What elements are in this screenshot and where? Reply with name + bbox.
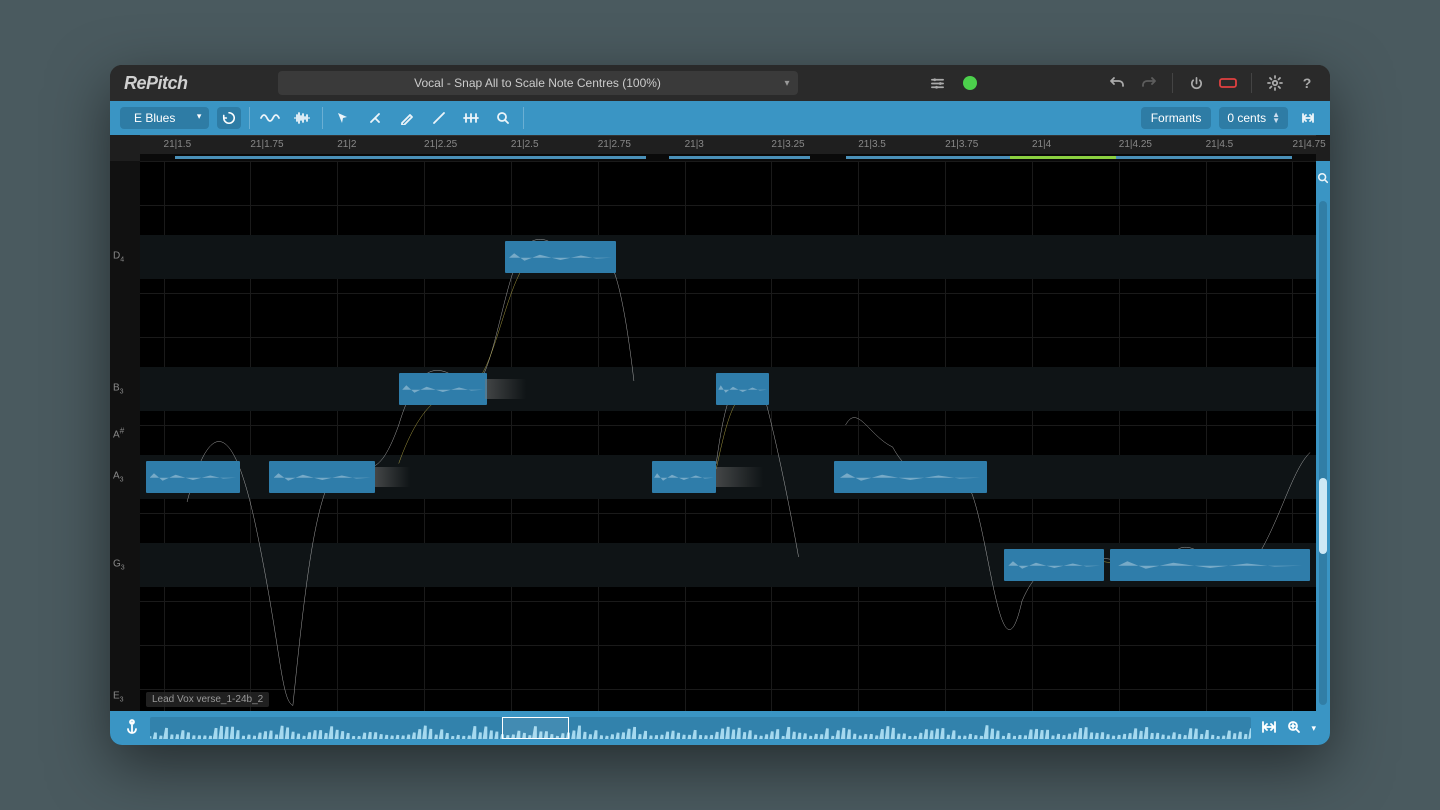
gear-icon[interactable] (1266, 74, 1284, 92)
stepper-arrows-icon[interactable]: ▲▼ (1272, 112, 1280, 124)
ruler-tick: 21|1.5 (164, 139, 192, 150)
vertical-zoom-strip[interactable] (1316, 161, 1330, 711)
clip-name-label: Lead Vox verse_1-24b_2 (146, 692, 269, 707)
power-icon[interactable] (1187, 74, 1205, 92)
ruler-tick: 21|3.25 (771, 139, 804, 150)
zoom-menu-icon[interactable]: ▾ (1311, 723, 1316, 734)
preset-selector[interactable]: Vocal - Snap All to Scale Note Centres (… (278, 71, 798, 95)
footer: ▾ (110, 711, 1330, 745)
status-ok-icon (963, 76, 977, 90)
scale-selector[interactable]: E Blues ▾ (120, 107, 209, 129)
warp-tool-icon[interactable] (459, 107, 483, 129)
cents-stepper[interactable]: 0 cents ▲▼ (1219, 107, 1288, 129)
time-ruler[interactable]: 21|1.5 21|1.75 21|2 21|2.25 21|2.5 21|2.75 21|… (140, 135, 1316, 155)
ruler-tick: 21|2.75 (598, 139, 631, 150)
settings-sliders-icon[interactable] (929, 74, 947, 92)
ruler-tick: 21|3.75 (945, 139, 978, 150)
note-width-icon[interactable] (1296, 107, 1320, 129)
help-icon[interactable]: ? (1298, 74, 1316, 92)
pitch-editor[interactable]: D4 B3 A# A3 G3 E3 Lead Vox verse_1-24b_2 (110, 161, 1316, 711)
vertical-scrollbar[interactable] (1319, 201, 1327, 705)
ruler-tick: 21|4.75 (1292, 139, 1325, 150)
pencil-tool-icon[interactable] (395, 107, 419, 129)
pitch-label-E3: E3 (113, 691, 124, 704)
ruler-tick: 21|4.25 (1119, 139, 1152, 150)
preset-label: Vocal - Snap All to Scale Note Centres (… (414, 76, 661, 90)
ruler-tick: 21|4 (1032, 139, 1051, 150)
ruler-tick: 21|2 (337, 139, 356, 150)
ruler-tick: 21|3.5 (858, 139, 886, 150)
app-window: RePitch Vocal - Snap All to Scale Note C… (110, 65, 1330, 745)
note-tail (485, 379, 526, 399)
note-tail (716, 467, 763, 487)
zoom-in-icon[interactable] (1287, 720, 1301, 737)
waveform-overview[interactable] (150, 717, 1251, 739)
pitch-label-G3: G3 (113, 559, 125, 572)
cents-value: 0 cents (1227, 111, 1266, 125)
note-block[interactable] (716, 373, 769, 405)
note-block[interactable] (652, 461, 717, 493)
zoom-tool-icon[interactable] (491, 107, 515, 129)
app-logo: RePitch (124, 73, 188, 94)
zoom-vertical-icon[interactable] (1311, 167, 1330, 189)
ara-link-icon[interactable] (1219, 74, 1237, 92)
pitch-label-D4: D4 (113, 251, 124, 264)
note-block[interactable] (1110, 549, 1310, 581)
ruler-tick: 21|4.5 (1206, 139, 1234, 150)
scale-label: E Blues (134, 111, 175, 125)
note-block[interactable] (269, 461, 375, 493)
arrow-tool-icon[interactable] (331, 107, 355, 129)
pitch-label-A3: A3 (113, 471, 124, 484)
overview-selection[interactable] (502, 717, 568, 739)
note-block[interactable] (399, 373, 487, 405)
ruler-tick: 21|3 (685, 139, 704, 150)
formants-button[interactable]: Formants (1141, 107, 1212, 129)
topbar: RePitch Vocal - Snap All to Scale Note C… (110, 65, 1330, 101)
note-block[interactable] (505, 241, 617, 273)
slice-tool-icon[interactable] (363, 107, 387, 129)
undo-icon[interactable] (1108, 74, 1126, 92)
ruler-tick: 21|2.5 (511, 139, 539, 150)
ruler-tick: 21|1.75 (250, 139, 283, 150)
wave-tool-icon[interactable] (258, 107, 282, 129)
pitch-label-B3: B3 (113, 383, 124, 396)
chevron-down-icon: ▾ (785, 78, 790, 89)
note-block[interactable] (1004, 549, 1104, 581)
note-block[interactable] (146, 461, 240, 493)
note-block[interactable] (834, 461, 987, 493)
waveform-tool-icon[interactable] (290, 107, 314, 129)
ruler-tick: 21|2.25 (424, 139, 457, 150)
toolbar: E Blues ▾ Formants 0 cents ▲▼ (110, 101, 1330, 135)
pitch-axis: D4 B3 A# A3 G3 E3 (110, 161, 140, 711)
anchor-icon[interactable] (124, 719, 140, 738)
auto-detect-scale-icon[interactable] (217, 107, 241, 129)
note-tail (375, 467, 410, 487)
redo-icon[interactable] (1140, 74, 1158, 92)
pitch-label-A#3: A# (113, 426, 124, 441)
editor-canvas[interactable]: Lead Vox verse_1-24b_2 (140, 161, 1316, 711)
draw-line-tool-icon[interactable] (427, 107, 451, 129)
chevron-down-icon: ▾ (197, 111, 202, 122)
fit-horizontal-icon[interactable] (1261, 720, 1277, 737)
